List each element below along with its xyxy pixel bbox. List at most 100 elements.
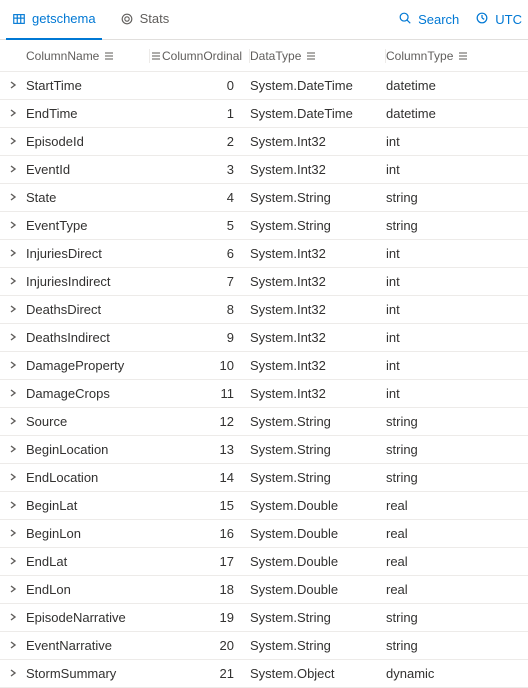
expand-toggle[interactable] [0, 218, 26, 233]
cell-data-type: System.String [250, 442, 380, 457]
utc-action[interactable]: UTC [475, 11, 522, 28]
table-row[interactable]: StartTime0System.DateTimedatetime [0, 72, 528, 100]
table-row[interactable]: StormSummary21System.Objectdynamic [0, 660, 528, 688]
cell-data-type: System.String [250, 610, 380, 625]
cell-data-type: System.Int32 [250, 330, 380, 345]
table-body: StartTime0System.DateTimedatetimeEndTime… [0, 72, 528, 688]
table-row[interactable]: BeginLon16System.Doublereal [0, 520, 528, 548]
expand-toggle[interactable] [0, 498, 26, 513]
cell-data-type: System.Object [250, 666, 380, 681]
expand-toggle[interactable] [0, 526, 26, 541]
table-row[interactable]: EventType5System.Stringstring [0, 212, 528, 240]
table-row[interactable]: BeginLocation13System.Stringstring [0, 436, 528, 464]
cell-data-type: System.Int32 [250, 246, 380, 261]
expand-toggle[interactable] [0, 162, 26, 177]
chevron-right-icon [8, 246, 18, 261]
table-row[interactable]: EndLon18System.Doublereal [0, 576, 528, 604]
table-row[interactable]: EndLat17System.Doublereal [0, 548, 528, 576]
chevron-right-icon [8, 302, 18, 317]
header-column-type[interactable]: ColumnType [386, 49, 528, 63]
column-menu-icon[interactable] [103, 50, 115, 62]
cell-data-type: System.Int32 [250, 134, 380, 149]
chevron-right-icon [8, 386, 18, 401]
expand-toggle[interactable] [0, 134, 26, 149]
expand-toggle[interactable] [0, 442, 26, 457]
chevron-right-icon [8, 610, 18, 625]
cell-data-type: System.Double [250, 554, 380, 569]
expand-toggle[interactable] [0, 470, 26, 485]
cell-column-name: StartTime [26, 78, 144, 93]
cell-column-ordinal: 17 [150, 554, 234, 569]
cell-data-type: System.String [250, 218, 380, 233]
expand-toggle[interactable] [0, 330, 26, 345]
column-menu-icon[interactable] [305, 50, 317, 62]
table-row[interactable]: EventNarrative20System.Stringstring [0, 632, 528, 660]
table-row[interactable]: EndLocation14System.Stringstring [0, 464, 528, 492]
cell-column-ordinal: 7 [150, 274, 234, 289]
table-row[interactable]: Source12System.Stringstring [0, 408, 528, 436]
table-row[interactable]: State4System.Stringstring [0, 184, 528, 212]
cell-data-type: System.Int32 [250, 162, 380, 177]
cell-data-type: System.Int32 [250, 386, 380, 401]
utc-label: UTC [495, 12, 522, 27]
cell-column-ordinal: 0 [150, 78, 234, 93]
table-row[interactable]: EpisodeNarrative19System.Stringstring [0, 604, 528, 632]
expand-toggle[interactable] [0, 246, 26, 261]
chevron-right-icon [8, 414, 18, 429]
table-row[interactable]: BeginLat15System.Doublereal [0, 492, 528, 520]
cell-column-name: InjuriesDirect [26, 246, 144, 261]
tab-getschema[interactable]: getschema [6, 0, 102, 40]
expand-toggle[interactable] [0, 386, 26, 401]
expand-toggle[interactable] [0, 358, 26, 373]
cell-column-name: StormSummary [26, 666, 144, 681]
header-data-type[interactable]: DataType [250, 49, 386, 63]
header-column-ordinal[interactable]: ColumnOrdinal [150, 49, 250, 63]
cell-column-name: EventType [26, 218, 144, 233]
expand-toggle[interactable] [0, 666, 26, 681]
chevron-right-icon [8, 274, 18, 289]
cell-column-ordinal: 15 [150, 498, 234, 513]
cell-data-type: System.DateTime [250, 106, 380, 121]
table-row[interactable]: DeathsIndirect9System.Int32int [0, 324, 528, 352]
header-column-name[interactable]: ColumnName [26, 49, 150, 63]
cell-column-type: string [386, 190, 522, 205]
cell-column-name: BeginLocation [26, 442, 144, 457]
expand-toggle[interactable] [0, 274, 26, 289]
expand-toggle[interactable] [0, 302, 26, 317]
cell-column-type: int [386, 246, 522, 261]
table-row[interactable]: DeathsDirect8System.Int32int [0, 296, 528, 324]
expand-toggle[interactable] [0, 610, 26, 625]
top-bar: getschema Stats Search [0, 0, 528, 40]
column-menu-icon[interactable] [150, 50, 162, 62]
cell-column-name: DeathsIndirect [26, 330, 144, 345]
cell-column-name: EndLon [26, 582, 144, 597]
table-row[interactable]: DamageCrops11System.Int32int [0, 380, 528, 408]
table-row[interactable]: InjuriesDirect6System.Int32int [0, 240, 528, 268]
table-row[interactable]: EndTime1System.DateTimedatetime [0, 100, 528, 128]
cell-data-type: System.Int32 [250, 302, 380, 317]
tab-stats[interactable]: Stats [114, 0, 176, 40]
cell-column-type: datetime [386, 106, 522, 121]
cell-column-type: datetime [386, 78, 522, 93]
expand-toggle[interactable] [0, 638, 26, 653]
expand-toggle[interactable] [0, 78, 26, 93]
table-row[interactable]: EventId3System.Int32int [0, 156, 528, 184]
table-row[interactable]: InjuriesIndirect7System.Int32int [0, 268, 528, 296]
table-row[interactable]: DamageProperty10System.Int32int [0, 352, 528, 380]
table-row[interactable]: EpisodeId2System.Int32int [0, 128, 528, 156]
column-menu-icon[interactable] [457, 50, 469, 62]
target-icon [120, 12, 134, 26]
cell-column-type: int [386, 302, 522, 317]
cell-column-type: real [386, 526, 522, 541]
search-action[interactable]: Search [398, 11, 459, 28]
expand-toggle[interactable] [0, 190, 26, 205]
expand-toggle[interactable] [0, 554, 26, 569]
expand-toggle[interactable] [0, 414, 26, 429]
chevron-right-icon [8, 498, 18, 513]
cell-column-ordinal: 1 [150, 106, 234, 121]
cell-column-ordinal: 18 [150, 582, 234, 597]
expand-toggle[interactable] [0, 106, 26, 121]
cell-column-type: string [386, 638, 522, 653]
expand-toggle[interactable] [0, 582, 26, 597]
cell-column-type: string [386, 218, 522, 233]
